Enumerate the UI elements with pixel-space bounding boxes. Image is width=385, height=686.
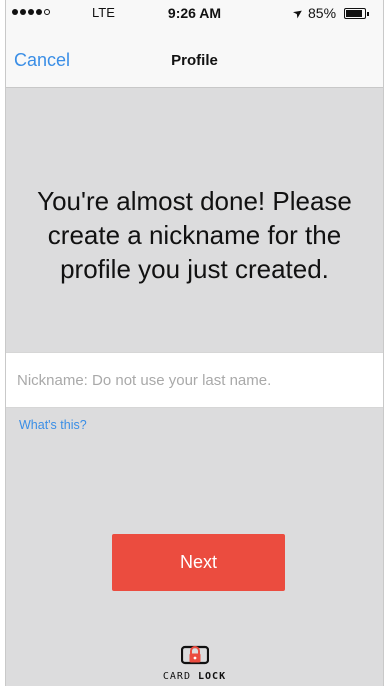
brand-name: CARD LOCK	[162, 671, 227, 682]
status-bar: LTE 9:26 AM ➤ 85%	[6, 0, 383, 26]
app-screen: LTE 9:26 AM ➤ 85% Cancel Profile You're …	[5, 0, 384, 686]
card-lock-logo: CARD LOCK	[6, 643, 383, 682]
nickname-input[interactable]	[6, 352, 383, 408]
navigation-bar: Cancel Profile	[6, 26, 383, 88]
whats-this-link[interactable]: What's this?	[19, 418, 87, 432]
battery-percent: 85%	[308, 5, 337, 21]
card-lock-icon	[180, 645, 209, 665]
next-button[interactable]: Next	[112, 534, 285, 591]
battery-icon	[344, 8, 369, 19]
page-title: Profile	[171, 52, 218, 69]
instruction-headline: You're almost done! Please create a nick…	[37, 186, 352, 284]
